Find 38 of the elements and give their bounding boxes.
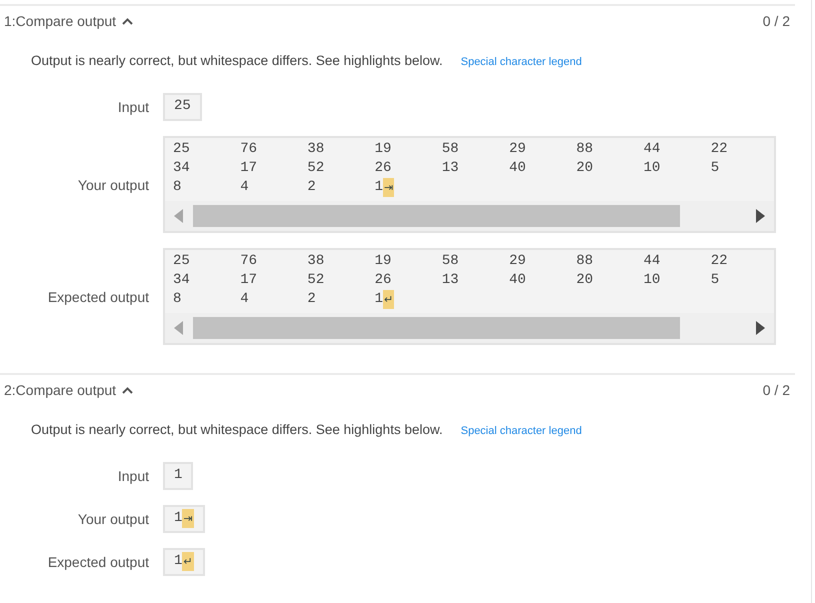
code-line: 1 <box>174 553 182 569</box>
section-toggle[interactable]: 1:Compare output <box>4 12 134 30</box>
scroll-right-icon[interactable] <box>756 209 765 223</box>
code-line: 25 <box>174 98 191 114</box>
field-label: Expected output <box>48 553 149 571</box>
feedback-message: Output is nearly correct, but whitespace differs. See highlights below. <box>31 52 443 70</box>
score-text: 0 / 2 <box>762 381 790 399</box>
legend-link[interactable]: Special character legend <box>460 422 582 440</box>
legend-link[interactable]: Special character legend <box>460 53 582 71</box>
scroll-left-icon[interactable] <box>174 321 183 335</box>
feedback-message: Output is nearly correct, but whitespace differs. See highlights below. <box>31 421 443 439</box>
whitespace-marker: ⇥ <box>383 178 394 197</box>
scroll-left-icon[interactable] <box>174 209 183 223</box>
code-line: 1 <box>174 510 182 526</box>
horizontal-scrollbar[interactable] <box>165 201 774 231</box>
field-label: Input <box>118 98 149 116</box>
code-line: 8 4 2 1 <box>173 291 384 307</box>
chevron-up-icon[interactable] <box>122 18 134 24</box>
code-line: 34 17 52 26 13 40 20 10 5 <box>173 160 720 176</box>
horizontal-scrollbar[interactable] <box>165 313 774 343</box>
whitespace-marker: ⇥ <box>182 509 194 528</box>
score-text: 0 / 2 <box>762 12 790 30</box>
field-label: Expected output <box>48 288 149 306</box>
code-line: 25 76 38 19 58 29 88 44 22 <box>173 253 728 269</box>
field-label: Your output <box>78 510 149 528</box>
field-label: Your output <box>78 176 149 194</box>
code-line: 1 <box>174 467 182 483</box>
code-line: 25 76 38 19 58 29 88 44 22 <box>173 141 728 157</box>
whitespace-marker: ↵ <box>383 290 394 309</box>
scrollbar-thumb[interactable] <box>193 317 680 339</box>
code-line: 34 17 52 26 13 40 20 10 5 <box>173 272 720 288</box>
code-line: 8 4 2 1 <box>173 179 384 195</box>
scrollbar-thumb[interactable] <box>193 205 680 227</box>
whitespace-marker: ↵ <box>182 552 194 571</box>
section-toggle[interactable]: 2:Compare output <box>4 381 134 399</box>
chevron-up-icon[interactable] <box>122 386 134 394</box>
scroll-right-icon[interactable] <box>756 321 765 335</box>
field-label: Input <box>118 467 149 485</box>
